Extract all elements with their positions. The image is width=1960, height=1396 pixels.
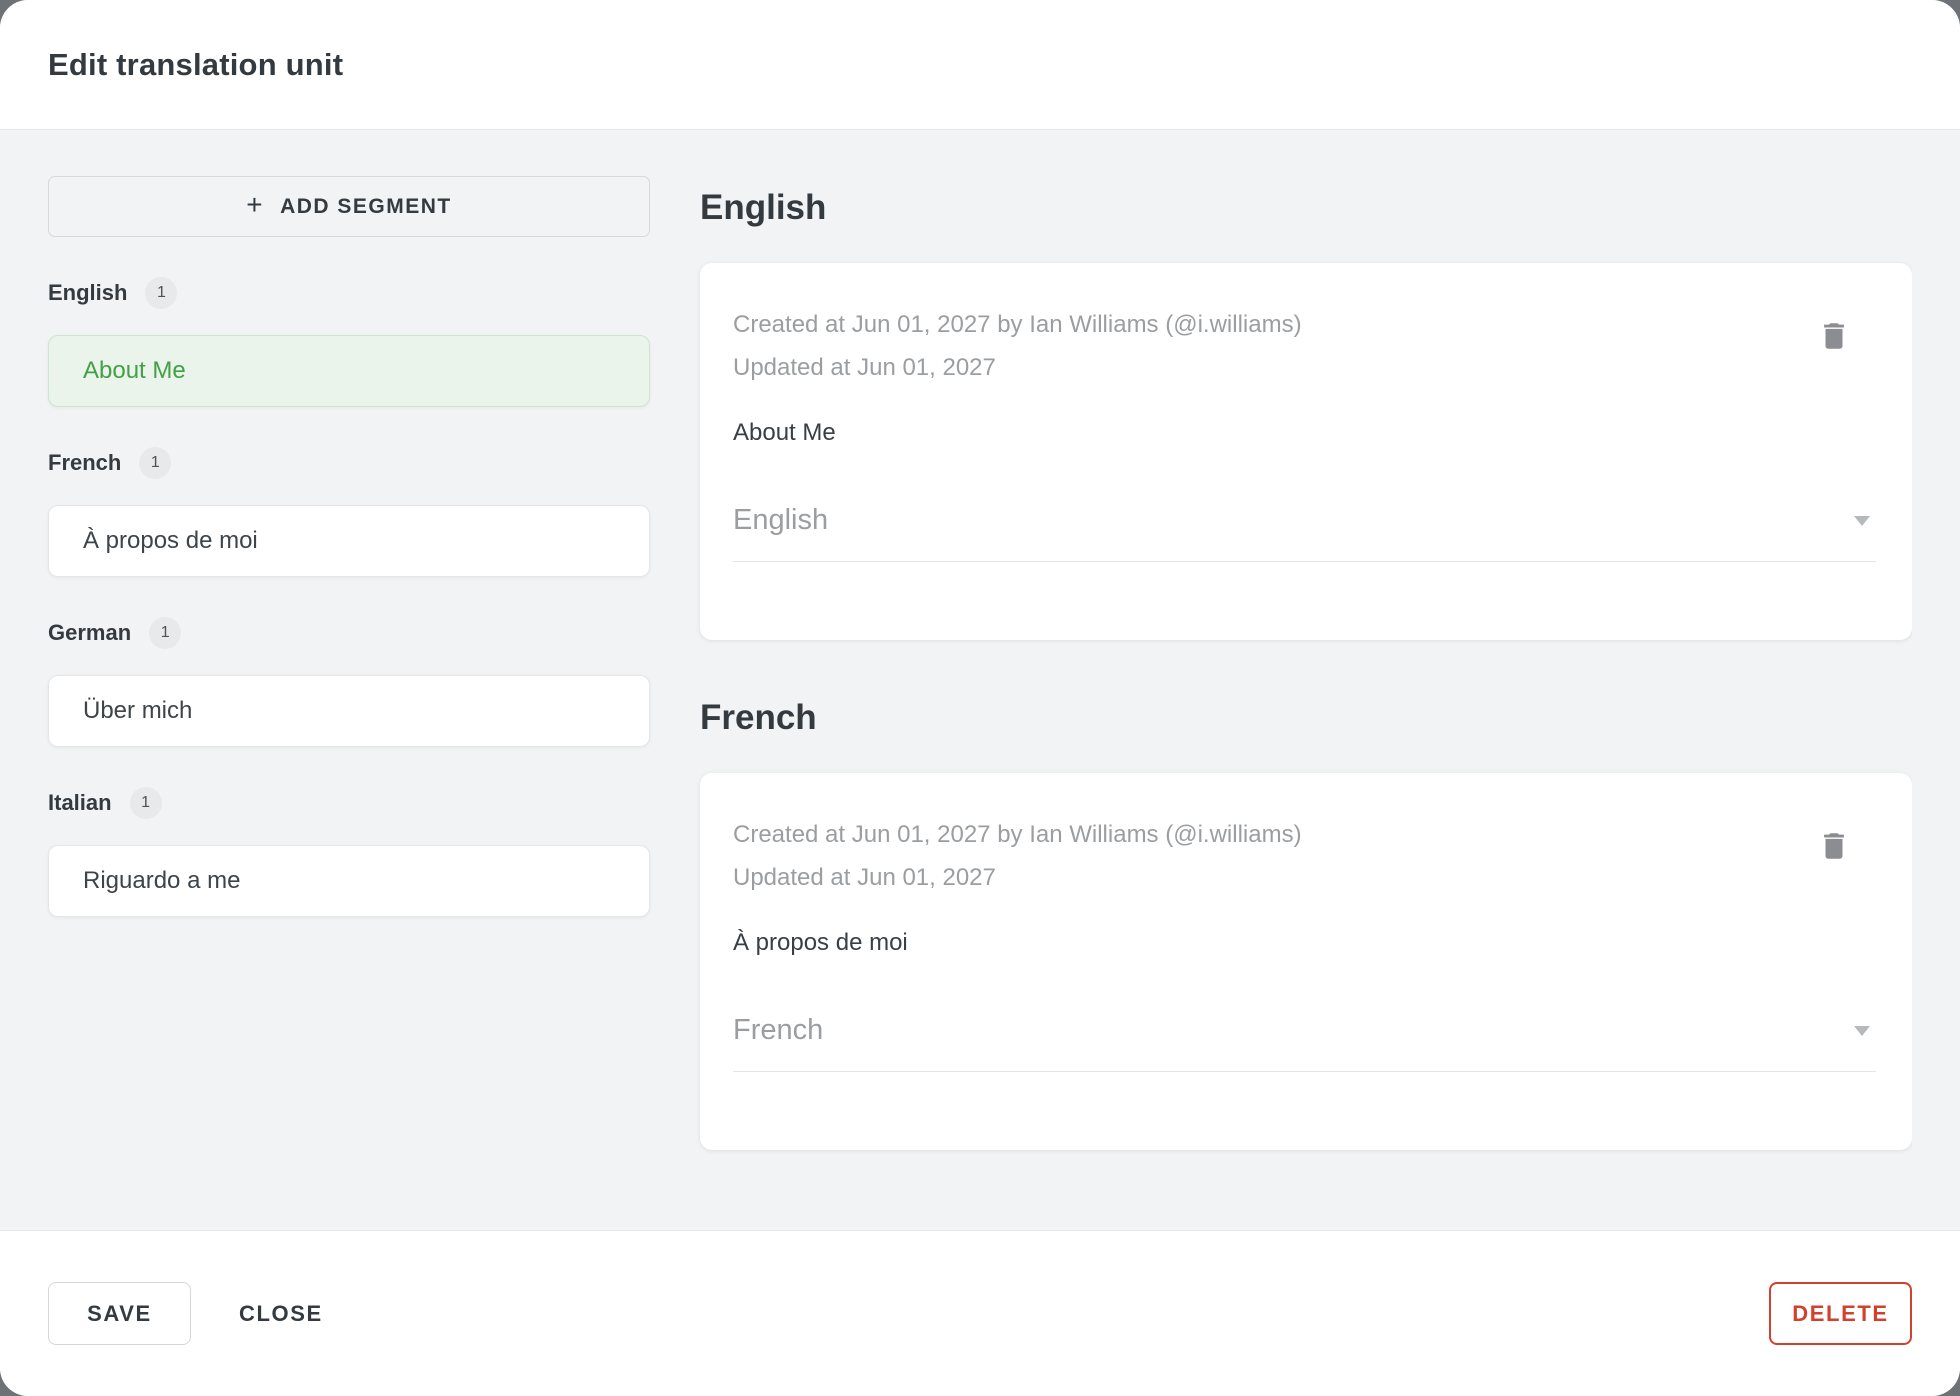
language-select-value: French (733, 1014, 824, 1046)
chevron-down-icon (1854, 516, 1870, 526)
updated-at-text: Updated at Jun 01, 2027 (733, 354, 996, 381)
segment-item-text: Über mich (83, 697, 193, 724)
created-at-text: Created at Jun 01, 2027 by Ian Williams … (733, 821, 1302, 848)
language-select[interactable]: French (733, 1014, 1876, 1072)
close-button[interactable]: CLOSE (205, 1282, 357, 1345)
dialog-title: Edit translation unit (48, 46, 344, 82)
segment-count-badge: 1 (145, 277, 178, 309)
language-group-italian: Italian 1 Riguardo a me (48, 787, 650, 917)
language-group-german: German 1 Über mich (48, 617, 650, 747)
segment-count-badge: 1 (139, 447, 172, 479)
dialog-header: Edit translation unit (0, 0, 1960, 130)
language-label: German (48, 620, 132, 645)
plus-icon: + (246, 189, 265, 220)
chevron-down-icon (1854, 1026, 1870, 1036)
language-label: Italian (48, 790, 112, 815)
edit-translation-unit-dialog: Edit translation unit + ADD SEGMENT Engl… (0, 0, 1960, 1396)
segment-count-badge: 1 (149, 617, 182, 649)
trash-icon (1817, 319, 1851, 356)
segment-item-text: Riguardo a me (83, 867, 241, 894)
language-group-english: English 1 About Me (48, 277, 650, 407)
segment-text: À propos de moi (733, 929, 908, 956)
language-select-value: English (733, 504, 829, 536)
group-header: Italian 1 (48, 787, 650, 819)
section-heading: English (700, 188, 827, 227)
segment-card-french: Created at Jun 01, 2027 by Ian Williams … (700, 773, 1912, 1150)
group-header: French 1 (48, 447, 650, 479)
segment-item-text: À propos de moi (83, 527, 258, 554)
created-at-text: Created at Jun 01, 2027 by Ian Williams … (733, 311, 1302, 338)
add-segment-button[interactable]: + ADD SEGMENT (48, 176, 650, 237)
section-heading: French (700, 698, 817, 737)
trash-icon (1817, 829, 1851, 866)
segment-count-badge: 1 (129, 787, 162, 819)
group-header: English 1 (48, 277, 650, 309)
language-label: English (48, 280, 128, 305)
save-button[interactable]: SAVE (48, 1282, 191, 1345)
group-header: German 1 (48, 617, 650, 649)
segment-item-italian[interactable]: Riguardo a me (48, 845, 650, 917)
updated-at-text: Updated at Jun 01, 2027 (733, 864, 996, 891)
language-select[interactable]: English (733, 504, 1876, 562)
add-segment-label: ADD SEGMENT (280, 194, 452, 218)
dialog-body: + ADD SEGMENT English 1 About Me French … (0, 130, 1960, 1230)
dialog-footer: SAVE CLOSE DELETE (0, 1230, 1960, 1396)
segments-sidebar: + ADD SEGMENT English 1 About Me French … (48, 130, 650, 1230)
language-group-french: French 1 À propos de moi (48, 447, 650, 577)
segment-item-english[interactable]: About Me (48, 335, 650, 407)
segment-item-french[interactable]: À propos de moi (48, 505, 650, 577)
section-french: French Created at Jun 01, 2027 by Ian Wi… (700, 696, 1912, 1150)
language-label: French (48, 450, 122, 475)
segment-card-english: Created at Jun 01, 2027 by Ian Williams … (700, 263, 1912, 640)
segment-item-german[interactable]: Über mich (48, 675, 650, 747)
section-english: English Created at Jun 01, 2027 by Ian W… (700, 186, 1912, 640)
delete-segment-button[interactable] (1812, 825, 1856, 869)
segment-text: About Me (733, 419, 836, 446)
delete-button[interactable]: DELETE (1769, 1282, 1912, 1345)
segment-item-text: About Me (83, 357, 186, 384)
segment-detail-panel: English Created at Jun 01, 2027 by Ian W… (650, 130, 1912, 1230)
delete-segment-button[interactable] (1812, 315, 1856, 359)
